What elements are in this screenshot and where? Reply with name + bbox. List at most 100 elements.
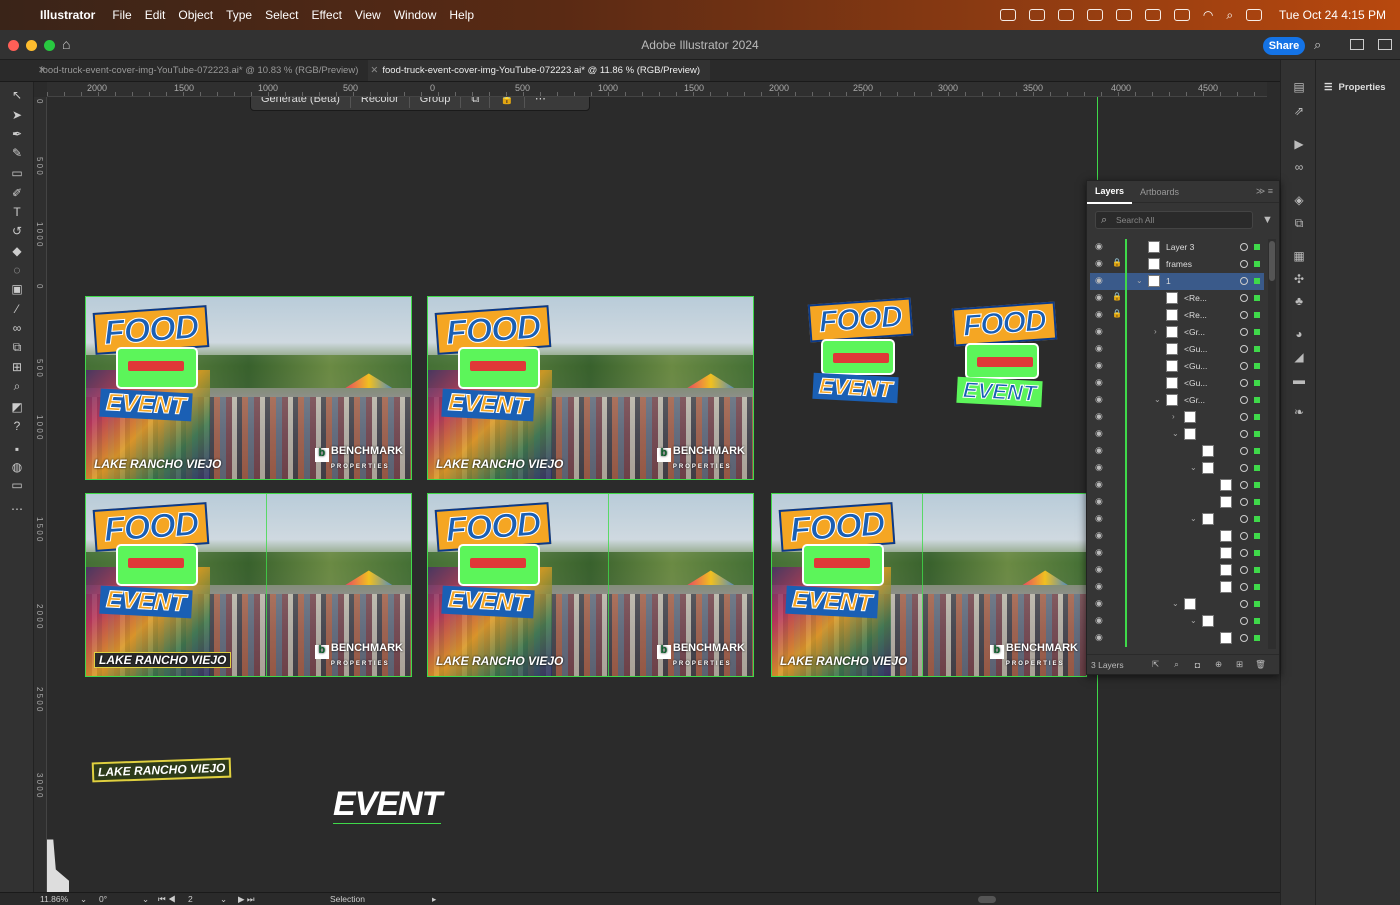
- selection-square[interactable]: [1254, 431, 1260, 437]
- selection-square[interactable]: [1254, 244, 1260, 250]
- visibility-eye-icon[interactable]: ◉: [1095, 564, 1107, 576]
- clipping-mask-icon[interactable]: ◘: [1187, 660, 1208, 670]
- links-icon[interactable]: ∞: [1291, 160, 1307, 174]
- selection-square[interactable]: [1254, 550, 1260, 556]
- target-circle-icon[interactable]: [1240, 362, 1248, 370]
- artboard-3[interactable]: FOOD EVENT LAKE RANCHO VIEJO b BENCHMARK P…: [85, 493, 412, 677]
- layers-icon[interactable]: ◈: [1291, 193, 1307, 207]
- layer-name[interactable]: <Gu...: [1184, 361, 1207, 371]
- artboards-icon[interactable]: ⧉: [1291, 216, 1307, 230]
- visibility-eye-icon[interactable]: ◉: [1095, 343, 1107, 355]
- layer-name[interactable]: frames: [1166, 259, 1192, 269]
- zoom-level[interactable]: 11.86%: [40, 894, 68, 904]
- visibility-eye-icon[interactable]: ◉: [1095, 377, 1107, 389]
- status-menu-icon[interactable]: ▸: [432, 894, 436, 905]
- draw-mode-icon[interactable]: ◍: [9, 460, 25, 474]
- battery-icon[interactable]: [1173, 9, 1190, 21]
- rectangle-tool-icon[interactable]: ▭: [9, 166, 25, 180]
- menu-select[interactable]: Select: [265, 8, 310, 22]
- visibility-eye-icon[interactable]: ◉: [1095, 445, 1107, 457]
- filter-icon[interactable]: ▼: [1262, 214, 1274, 226]
- document-tab-1[interactable]: ✕ food-truck-event-cover-img-YouTube-072…: [0, 60, 368, 81]
- transparency-icon[interactable]: ◢: [1291, 350, 1307, 364]
- selection-square[interactable]: [1254, 329, 1260, 335]
- tab-artboards[interactable]: Artboards: [1132, 181, 1187, 203]
- layer-row[interactable]: ◉ 🔒 <Re...: [1090, 307, 1264, 324]
- layer-row[interactable]: ◉: [1090, 562, 1264, 579]
- minimize-window-button[interactable]: [26, 40, 37, 51]
- zoom-window-button[interactable]: [44, 40, 55, 51]
- cloud-status-icon[interactable]: [999, 9, 1016, 21]
- properties-header[interactable]: ☰ Properties: [1324, 82, 1386, 93]
- layer-name[interactable]: Layer 3: [1166, 242, 1194, 252]
- lock-icon[interactable]: 🔒: [490, 97, 525, 108]
- tab-layers[interactable]: Layers: [1087, 180, 1133, 204]
- selection-square[interactable]: [1254, 295, 1260, 301]
- document-tab-2[interactable]: ✕ food-truck-event-cover-img-YouTube-072…: [368, 60, 711, 81]
- layer-row[interactable]: ◉ ⌄: [1090, 511, 1264, 528]
- target-circle-icon[interactable]: [1240, 379, 1248, 387]
- delete-layer-icon[interactable]: 🗑: [1250, 659, 1271, 670]
- selection-square[interactable]: [1254, 397, 1260, 403]
- menu-effect[interactable]: Effect: [311, 8, 353, 22]
- group-button[interactable]: Group: [410, 97, 462, 108]
- blend-tool-icon[interactable]: ∞: [9, 321, 25, 335]
- selection-square[interactable]: [1254, 261, 1260, 267]
- visibility-eye-icon[interactable]: ◉: [1095, 258, 1107, 270]
- pen-tool-icon[interactable]: ✒: [9, 127, 25, 141]
- target-circle-icon[interactable]: [1240, 532, 1248, 540]
- visibility-eye-icon[interactable]: ◉: [1095, 275, 1107, 287]
- generate-beta-button[interactable]: Generate (Beta): [251, 97, 351, 108]
- new-sublayer-icon[interactable]: ⊕: [1208, 659, 1229, 670]
- color-mode-icon[interactable]: ▪: [9, 442, 25, 456]
- layer-row[interactable]: ◉ 🔒 <Re...: [1090, 290, 1264, 307]
- visibility-eye-icon[interactable]: ◉: [1095, 309, 1107, 321]
- layer-name[interactable]: <Gu...: [1184, 344, 1207, 354]
- expand-right-icon[interactable]: ›: [1172, 412, 1181, 421]
- selection-square[interactable]: [1254, 380, 1260, 386]
- help-icon[interactable]: ?: [9, 419, 25, 433]
- type-tool-icon[interactable]: T: [9, 205, 25, 219]
- target-circle-icon[interactable]: [1240, 549, 1248, 557]
- visibility-eye-icon[interactable]: ◉: [1095, 581, 1107, 593]
- rotate-tool-icon[interactable]: ↺: [9, 224, 25, 238]
- selection-square[interactable]: [1254, 499, 1260, 505]
- offcanvas-shape[interactable]: [47, 817, 69, 892]
- layer-row[interactable]: ◉ ⌄ 1: [1090, 273, 1264, 290]
- layer-row[interactable]: ◉ ⌄: [1090, 596, 1264, 613]
- target-circle-icon[interactable]: [1240, 345, 1248, 353]
- curvature-tool-icon[interactable]: ✎: [9, 146, 25, 160]
- visibility-eye-icon[interactable]: ◉: [1095, 360, 1107, 372]
- visibility-eye-icon[interactable]: ◉: [1095, 513, 1107, 525]
- artboard-4[interactable]: FOOD EVENT LAKE RANCHO VIEJO b BENCHMARK P…: [427, 493, 754, 677]
- panel-menu-icon[interactable]: ≫ ≡: [1256, 186, 1279, 197]
- zoom-dropdown-icon[interactable]: ⌄: [80, 894, 87, 905]
- graphic-styles-icon[interactable]: ❧: [1291, 405, 1307, 419]
- artboard-dropdown-icon[interactable]: ⌄: [220, 894, 227, 905]
- layer-row[interactable]: ◉ ⌄: [1090, 613, 1264, 630]
- display-icon[interactable]: [1115, 9, 1132, 21]
- selection-square[interactable]: [1254, 601, 1260, 607]
- layer-row[interactable]: ◉: [1090, 494, 1264, 511]
- expand-down-icon[interactable]: ⌄: [1154, 395, 1163, 404]
- selection-square[interactable]: [1254, 584, 1260, 590]
- event-text-standalone[interactable]: EVENT: [333, 785, 442, 824]
- menu-view[interactable]: View: [355, 8, 393, 22]
- more-options-icon[interactable]: ⋯: [525, 97, 556, 108]
- expand-down-icon[interactable]: ⌄: [1172, 599, 1181, 608]
- swatches-icon[interactable]: ▦: [1291, 249, 1307, 263]
- layer-row[interactable]: ◉: [1090, 545, 1264, 562]
- vertical-ruler[interactable]: 0 5 0 0 1 0 0 0 0 5 0 0 1 0 0 0 1 5 0 0 2 0 0 0…: [34, 97, 47, 892]
- visibility-eye-icon[interactable]: ◉: [1095, 411, 1107, 423]
- creative-cloud-icon[interactable]: [1028, 9, 1045, 21]
- target-circle-icon[interactable]: [1240, 277, 1248, 285]
- visibility-eye-icon[interactable]: ◉: [1095, 632, 1107, 644]
- visibility-eye-icon[interactable]: ◉: [1095, 292, 1107, 304]
- brushes-icon[interactable]: ✣: [1291, 272, 1307, 286]
- layer-row[interactable]: ◉ 🔒 frames: [1090, 256, 1264, 273]
- lock-icon[interactable]: 🔒: [1112, 292, 1122, 304]
- selection-square[interactable]: [1254, 363, 1260, 369]
- location-label-standalone[interactable]: LAKE RANCHO VIEJO: [91, 757, 232, 783]
- close-tab-icon[interactable]: ✕: [38, 60, 46, 82]
- layer-name[interactable]: <Re...: [1184, 310, 1207, 320]
